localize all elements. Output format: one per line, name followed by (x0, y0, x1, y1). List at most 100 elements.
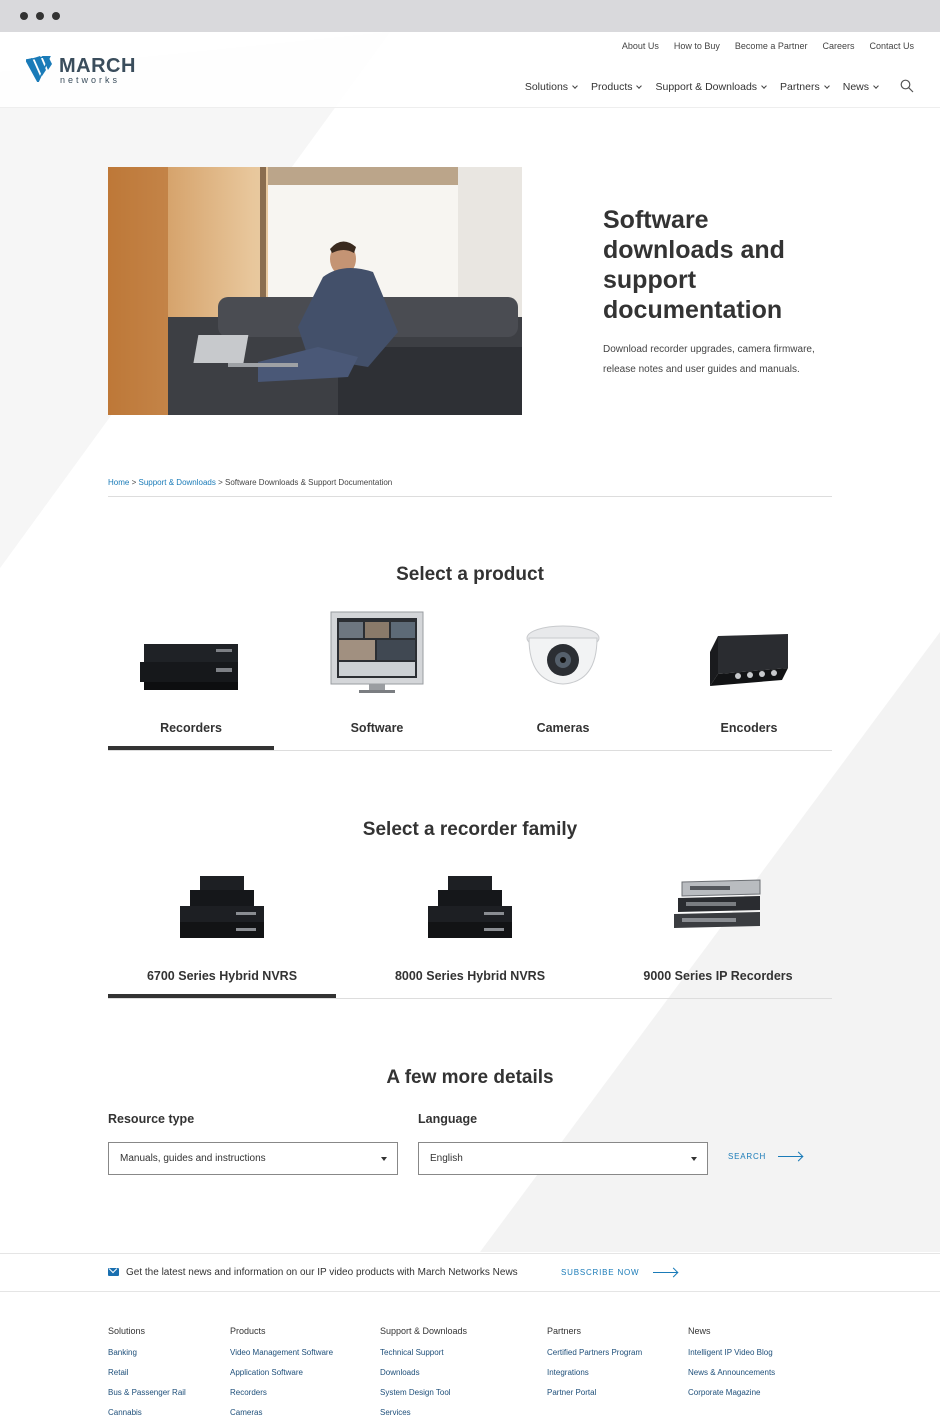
dome-camera-image (526, 625, 600, 685)
search-button[interactable]: SEARCH (728, 1152, 803, 1161)
encoder-image (710, 634, 788, 686)
subscribe-label: SUBSCRIBE NOW (561, 1268, 640, 1277)
divider (108, 998, 832, 999)
search-icon[interactable] (900, 79, 914, 93)
product-tab-cameras[interactable]: Cameras (480, 600, 646, 746)
nav-support-downloads[interactable]: Support & Downloads (655, 81, 767, 93)
nav-products[interactable]: Products (591, 81, 643, 93)
divider (108, 750, 832, 751)
footer-link[interactable]: Application Software (230, 1368, 333, 1377)
footer-link[interactable]: Intelligent IP Video Blog (688, 1348, 775, 1357)
language-select[interactable]: English (418, 1142, 708, 1175)
footer-link[interactable]: Partner Portal (547, 1388, 642, 1397)
recorder-stack-image (428, 876, 512, 938)
footer-link[interactable]: Recorders (230, 1388, 333, 1397)
footer-link[interactable]: Integrations (547, 1368, 642, 1377)
chevron-down-icon (572, 83, 578, 89)
tab-label: Encoders (720, 721, 778, 735)
breadcrumb-home[interactable]: Home (108, 478, 129, 487)
family-section-title: Select a recorder family (362, 819, 578, 840)
newsletter-message: Get the latest news and information on o… (126, 1267, 518, 1278)
resource-type-select[interactable]: Manuals, guides and instructions (108, 1142, 398, 1175)
footer-column-support: Support & Downloads Technical Support Do… (380, 1326, 467, 1422)
family-tab-8000[interactable]: 8000 Series Hybrid NVRS (356, 866, 584, 994)
footer-link[interactable]: Technical Support (380, 1348, 467, 1357)
nav-label: Products (591, 81, 633, 93)
footer-link[interactable]: Cameras (230, 1408, 333, 1417)
hero-description: Download recorder upgrades, camera firmw… (603, 344, 815, 375)
footer-link[interactable]: Bus & Passenger Rail (108, 1388, 186, 1397)
window-maximize-dot[interactable] (52, 12, 60, 20)
tab-label: 9000 Series IP Recorders (643, 969, 793, 983)
breadcrumb-separator: > (131, 478, 137, 487)
hero-image (108, 167, 522, 415)
chevron-down-icon (761, 83, 767, 89)
window-close-dot[interactable] (20, 12, 28, 20)
product-tab-software[interactable]: Software (294, 600, 460, 746)
logo-subword: networks (60, 75, 121, 85)
arrow-right-icon (778, 1156, 803, 1157)
resource-type-value: Manuals, guides and instructions (120, 1153, 266, 1164)
march-networks-logo[interactable]: MARCH networks (26, 54, 151, 86)
language-label: Language (418, 1112, 478, 1126)
footer-heading: Products (230, 1326, 266, 1336)
footer-heading: Support & Downloads (380, 1326, 468, 1336)
footer-link[interactable]: Retail (108, 1368, 186, 1377)
footer-link[interactable]: Downloads (380, 1368, 467, 1377)
hero-title: Software downloads and support documenta… (603, 206, 785, 324)
site-header: MARCH networks About Us How to Buy Becom… (0, 32, 940, 108)
footer-column-news: News Intelligent IP Video Blog News & An… (688, 1326, 775, 1408)
util-link-about-us[interactable]: About Us (622, 41, 659, 51)
tab-label: 8000 Series Hybrid NVRS (394, 969, 546, 983)
footer-link[interactable]: News & Announcements (688, 1368, 775, 1377)
chevron-down-icon (636, 83, 643, 89)
util-link-contact-us[interactable]: Contact Us (869, 41, 914, 51)
logo-mark-icon (26, 56, 52, 82)
envelope-icon (108, 1268, 119, 1276)
footer-link[interactable]: Services (380, 1408, 467, 1417)
utility-nav: About Us How to Buy Become a Partner Car… (622, 41, 914, 51)
nav-label: Solutions (524, 81, 569, 93)
nav-label: Partners (780, 81, 820, 93)
family-tab-6700[interactable]: 6700 Series Hybrid NVRS (108, 866, 336, 994)
chevron-down-icon (823, 83, 830, 89)
footer-link[interactable]: Corporate Magazine (688, 1388, 775, 1397)
footer-heading: Partners (547, 1326, 582, 1336)
util-link-careers[interactable]: Careers (822, 41, 854, 51)
newsletter-bar: Get the latest news and information on o… (0, 1253, 940, 1292)
divider (108, 496, 832, 497)
family-tab-9000[interactable]: 9000 Series IP Recorders (604, 866, 832, 994)
nav-label: Support & Downloads (655, 81, 758, 93)
footer-link[interactable]: Video Management Software (230, 1348, 333, 1357)
resource-type-label: Resource type (108, 1112, 195, 1126)
software-monitor-image (330, 611, 424, 693)
search-button-label: SEARCH (728, 1152, 767, 1161)
main-nav: Solutions Products Support & Downloads P… (524, 81, 879, 93)
footer-heading: Solutions (108, 1326, 146, 1336)
breadcrumb-current: Software Downloads & Support Documentati… (225, 478, 393, 487)
subscribe-now-link[interactable]: SUBSCRIBE NOW (561, 1268, 678, 1277)
footer-link[interactable]: System Design Tool (380, 1388, 467, 1397)
window-minimize-dot[interactable] (36, 12, 44, 20)
nav-news[interactable]: News (843, 81, 879, 93)
product-tab-encoders[interactable]: Encoders (666, 600, 832, 746)
footer-link[interactable]: Certified Partners Program (547, 1348, 642, 1357)
product-tab-recorders[interactable]: Recorders (108, 600, 274, 746)
footer-link[interactable]: Banking (108, 1348, 186, 1357)
util-link-become-partner[interactable]: Become a Partner (735, 41, 808, 51)
tab-label: Software (350, 721, 404, 735)
dropdown-caret-icon (381, 1157, 387, 1161)
rack-recorder-image (674, 879, 761, 928)
nav-solutions[interactable]: Solutions (524, 81, 578, 93)
tab-label: Recorders (160, 721, 222, 735)
nav-partners[interactable]: Partners (780, 81, 830, 93)
breadcrumb-separator: > (218, 478, 223, 487)
site-footer: Solutions Banking Retail Bus & Passenger… (0, 1293, 940, 1422)
tab-label: Cameras (536, 721, 590, 735)
footer-link[interactable]: Cannabis (108, 1408, 186, 1417)
breadcrumb-support-downloads[interactable]: Support & Downloads (138, 478, 215, 487)
recorder-stack-image (180, 876, 264, 938)
product-section-title: Select a product (396, 564, 544, 585)
util-link-how-to-buy[interactable]: How to Buy (674, 41, 720, 51)
tab-label: 6700 Series Hybrid NVRS (146, 969, 298, 983)
